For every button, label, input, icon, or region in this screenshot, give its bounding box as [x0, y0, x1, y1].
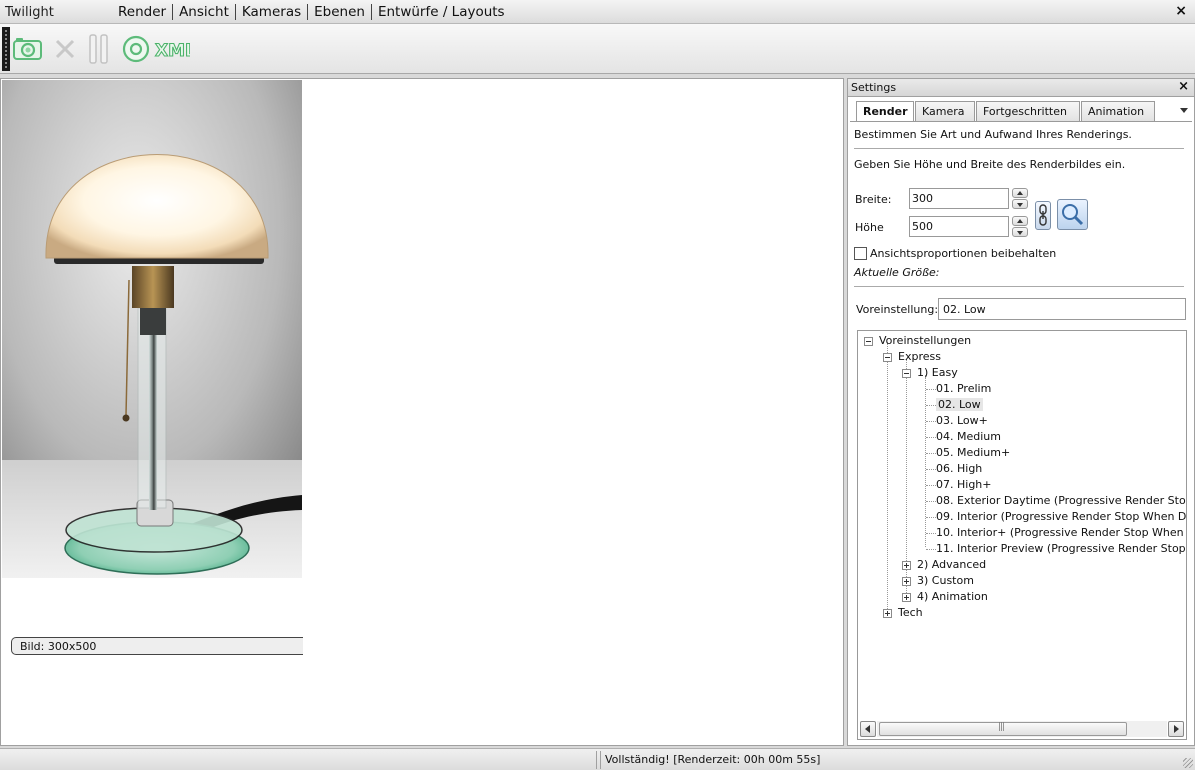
tree-connector: [926, 533, 936, 534]
tab-fortgeschritten[interactable]: Fortgeschritten: [976, 101, 1080, 121]
divider: [854, 286, 1184, 287]
expand-icon[interactable]: [902, 577, 911, 586]
chain-link-icon: [1039, 204, 1047, 226]
toolbar-grip[interactable]: [2, 27, 10, 71]
status-divider: [600, 751, 601, 769]
tree-item-interior-preview[interactable]: 11. Interior Preview (Progressive Render…: [936, 541, 1186, 557]
tree-item-medium-plus[interactable]: 05. Medium+: [936, 445, 1010, 461]
tree-connector: [906, 359, 907, 595]
tab-kamera[interactable]: Kamera: [915, 101, 975, 121]
stop-icon[interactable]: [54, 38, 76, 63]
height-input[interactable]: 500: [909, 216, 1009, 237]
zoom-button[interactable]: [1057, 199, 1088, 230]
horizontal-scrollbar[interactable]: [860, 721, 1184, 737]
height-label: Höhe: [855, 221, 884, 234]
app-title: Twilight: [5, 5, 54, 20]
close-icon[interactable]: ×: [1178, 79, 1189, 94]
expand-icon[interactable]: [902, 593, 911, 602]
size-hint-text: Geben Sie Höhe und Breite des Renderbild…: [854, 158, 1126, 171]
width-stepper: [1012, 188, 1028, 209]
keep-ratio-checkbox[interactable]: [854, 247, 867, 260]
width-down-button[interactable]: [1012, 199, 1028, 209]
tree-connector: [926, 389, 936, 390]
tree-item-interior[interactable]: 09. Interior (Progressive Render Stop Wh…: [936, 509, 1186, 525]
tree-item-interior-plus[interactable]: 10. Interior+ (Progressive Render Stop W…: [936, 525, 1186, 541]
height-up-button[interactable]: [1012, 216, 1028, 226]
keep-ratio-label: Ansichtsproportionen beibehalten: [870, 247, 1057, 260]
menu-item-kameras[interactable]: Kameras: [234, 4, 307, 20]
width-up-button[interactable]: [1012, 188, 1028, 198]
width-label: Breite:: [855, 193, 892, 206]
divider: [854, 148, 1184, 149]
tab-divider: [850, 121, 1192, 122]
menu-bar: Twilight Render Ansicht Kameras Ebenen E…: [0, 0, 1195, 24]
menu-item-render[interactable]: Render: [112, 4, 172, 20]
tree-connector: [926, 485, 936, 486]
scroll-thumb[interactable]: [879, 722, 1127, 736]
tree-connector: [926, 501, 936, 502]
tree-item-high[interactable]: 06. High: [936, 461, 982, 477]
menu-item-ebenen[interactable]: Ebenen: [307, 4, 371, 20]
image-size-caption: Bild: 300x500: [11, 637, 303, 655]
camera-icon[interactable]: [13, 34, 43, 65]
tree-connector: [887, 343, 888, 611]
close-icon[interactable]: ×: [1175, 3, 1187, 19]
tree-item-medium[interactable]: 04. Medium: [936, 429, 1001, 445]
tree-item-low-plus[interactable]: 03. Low+: [936, 413, 988, 429]
chevron-down-icon[interactable]: [1180, 108, 1188, 113]
tree-item-low[interactable]: 02. Low: [936, 397, 983, 413]
settings-tabs: Render Kamera Fortgeschritten Animation: [856, 101, 1156, 122]
xml-icon[interactable]: XML: [154, 39, 196, 64]
width-input[interactable]: 300: [909, 188, 1009, 209]
current-size-label: Aktuelle Größe:: [854, 266, 940, 279]
collapse-icon[interactable]: [883, 353, 892, 362]
main-menu: Render Ansicht Kameras Ebenen Entwürfe /…: [112, 4, 511, 20]
tree-item-exterior-daytime[interactable]: 08. Exterior Daytime (Progressive Render…: [936, 493, 1186, 509]
expand-icon[interactable]: [883, 609, 892, 618]
settings-header: Settings ×: [848, 79, 1194, 97]
target-icon[interactable]: [122, 35, 150, 66]
scroll-left-button[interactable]: [860, 721, 876, 737]
toolbar: XML: [0, 24, 1195, 74]
tree-item-high-plus[interactable]: 07. High+: [936, 477, 992, 493]
preset-field[interactable]: 02. Low: [938, 298, 1186, 320]
tree-connector: [925, 375, 926, 547]
settings-panel: Settings × Render Kamera Fortgeschritten…: [847, 78, 1195, 746]
status-text: Vollständig! [Renderzeit: 00h 00m 55s]: [605, 753, 821, 766]
collapse-icon[interactable]: [902, 369, 911, 378]
menu-item-entwuerfe-layouts[interactable]: Entwürfe / Layouts: [370, 4, 511, 20]
expand-icon[interactable]: [902, 561, 911, 570]
status-divider: [596, 751, 597, 769]
pause-icon[interactable]: [88, 34, 110, 67]
tree-connector: [926, 469, 936, 470]
tree-connector: [926, 421, 936, 422]
magnifier-icon: [1062, 204, 1084, 226]
settings-title: Settings: [851, 81, 897, 94]
height-stepper: [1012, 216, 1028, 237]
tree-connector: [926, 549, 936, 550]
status-bar: Vollständig! [Renderzeit: 00h 00m 55s]: [0, 748, 1195, 770]
menu-item-ansicht[interactable]: Ansicht: [172, 4, 235, 20]
scroll-track[interactable]: [877, 721, 1167, 737]
tree-connector: [926, 453, 936, 454]
render-intro-text: Bestimmen Sie Art und Aufwand Ihres Rend…: [854, 128, 1132, 141]
preset-label: Voreinstellung:: [856, 303, 939, 316]
tree-item-prelim[interactable]: 01. Prelim: [936, 381, 991, 397]
render-image: [2, 80, 302, 578]
tree-connector: [926, 517, 936, 518]
xml-label: XML: [155, 41, 190, 61]
tab-render[interactable]: Render: [856, 101, 914, 122]
link-aspect-button[interactable]: [1035, 201, 1051, 230]
scroll-right-button[interactable]: [1168, 721, 1184, 737]
resize-grip[interactable]: [1183, 758, 1193, 768]
collapse-icon[interactable]: [864, 337, 873, 346]
height-down-button[interactable]: [1012, 227, 1028, 237]
render-viewport[interactable]: Bild: 300x500: [0, 78, 844, 746]
tab-animation[interactable]: Animation: [1081, 101, 1155, 121]
tree-connector: [926, 405, 936, 406]
tree-connector: [926, 437, 936, 438]
preset-tree: Voreinstellungen Express 1) Easy 01. Pre…: [857, 330, 1187, 740]
